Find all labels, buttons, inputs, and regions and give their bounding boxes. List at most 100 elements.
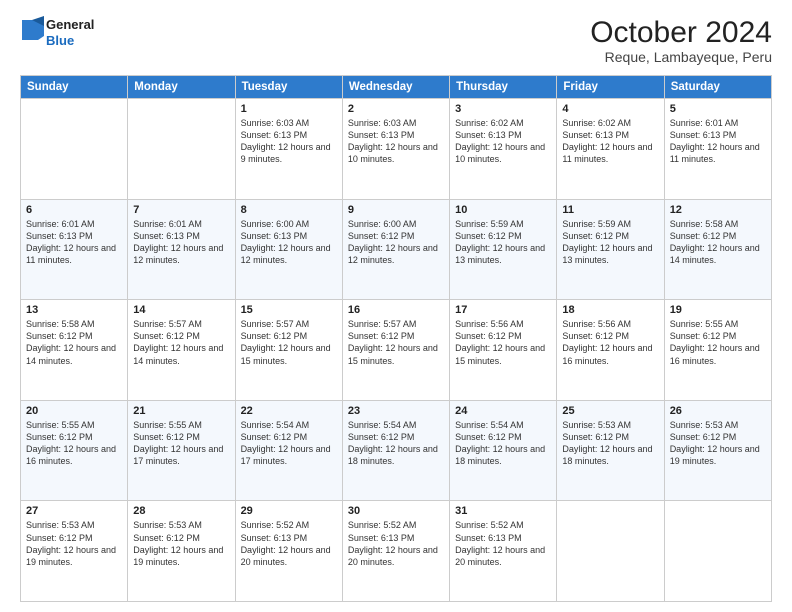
col-friday: Friday (557, 76, 664, 99)
day-info: Sunrise: 5:58 AM Sunset: 6:12 PM Dayligh… (26, 318, 122, 367)
day-number: 25 (562, 405, 658, 417)
calendar-cell: 17 Sunrise: 5:56 AM Sunset: 6:12 PM Dayli… (450, 300, 557, 401)
day-number: 18 (562, 304, 658, 316)
calendar-cell (664, 501, 771, 602)
day-number: 19 (670, 304, 766, 316)
week-row-3: 13 Sunrise: 5:58 AM Sunset: 6:12 PM Dayli… (21, 300, 772, 401)
day-number: 3 (455, 103, 551, 115)
calendar-cell: 31Sunrise: 5:52 AM Sunset: 6:13 PM Dayli… (450, 501, 557, 602)
day-number: 4 (562, 103, 658, 115)
week-row-2: 6Sunrise: 6:01 AM Sunset: 6:13 PM Daylig… (21, 199, 772, 300)
day-number: 17 (455, 304, 551, 316)
calendar-cell: 23Sunrise: 5:54 AM Sunset: 6:12 PM Dayli… (342, 400, 449, 501)
day-info: Sunrise: 5:53 AM Sunset: 6:12 PM Dayligh… (562, 419, 658, 468)
day-number: 26 (670, 405, 766, 417)
week-row-1: 1Sunrise: 6:03 AM Sunset: 6:13 PM Daylig… (21, 99, 772, 200)
calendar-cell: 16 Sunrise: 5:57 AM Sunset: 6:12 PM Dayli… (342, 300, 449, 401)
calendar-cell: 27 Sunrise: 5:53 AM Sunset: 6:12 PM Dayli… (21, 501, 128, 602)
day-info: Sunrise: 6:00 AM Sunset: 6:12 PM Dayligh… (348, 218, 444, 267)
calendar-cell: 6Sunrise: 6:01 AM Sunset: 6:13 PM Daylig… (21, 199, 128, 300)
calendar-cell: 30 Sunrise: 5:52 AM Sunset: 6:13 PM Dayli… (342, 501, 449, 602)
day-number: 12 (670, 204, 766, 216)
day-info: Sunrise: 5:53 AM Sunset: 6:12 PM Dayligh… (26, 519, 122, 568)
calendar-cell: 15 Sunrise: 5:57 AM Sunset: 6:12 PM Dayli… (235, 300, 342, 401)
calendar-cell: 3 Sunrise: 6:02 AM Sunset: 6:13 PM Daylig… (450, 99, 557, 200)
day-info: Sunrise: 5:59 AM Sunset: 6:12 PM Dayligh… (455, 218, 551, 267)
week-row-4: 20 Sunrise: 5:55 AM Sunset: 6:12 PM Dayli… (21, 400, 772, 501)
col-monday: Monday (128, 76, 235, 99)
calendar-cell: 5 Sunrise: 6:01 AM Sunset: 6:13 PM Daylig… (664, 99, 771, 200)
day-number: 9 (348, 204, 444, 216)
day-number: 31 (455, 505, 551, 517)
calendar-cell: 14 Sunrise: 5:57 AM Sunset: 6:12 PM Dayli… (128, 300, 235, 401)
day-info: Sunrise: 5:54 AM Sunset: 6:12 PM Dayligh… (241, 419, 337, 468)
calendar-cell: 21 Sunrise: 5:55 AM Sunset: 6:12 PM Dayli… (128, 400, 235, 501)
day-number: 5 (670, 103, 766, 115)
day-info: Sunrise: 5:56 AM Sunset: 6:12 PM Dayligh… (455, 318, 551, 367)
calendar-cell: 4 Sunrise: 6:02 AM Sunset: 6:13 PM Daylig… (557, 99, 664, 200)
day-info: Sunrise: 5:55 AM Sunset: 6:12 PM Dayligh… (26, 419, 122, 468)
day-number: 7 (133, 204, 229, 216)
calendar-cell: 8Sunrise: 6:00 AM Sunset: 6:13 PM Daylig… (235, 199, 342, 300)
day-info: Sunrise: 6:01 AM Sunset: 6:13 PM Dayligh… (26, 218, 122, 267)
logo: General Blue (20, 16, 94, 49)
day-info: Sunrise: 5:57 AM Sunset: 6:12 PM Dayligh… (133, 318, 229, 367)
day-number: 20 (26, 405, 122, 417)
day-info: Sunrise: 5:59 AM Sunset: 6:12 PM Dayligh… (562, 218, 658, 267)
title-block: October 2024 Reque, Lambayeque, Peru (590, 16, 772, 65)
day-info: Sunrise: 5:53 AM Sunset: 6:12 PM Dayligh… (133, 519, 229, 568)
calendar-cell: 22 Sunrise: 5:54 AM Sunset: 6:12 PM Dayli… (235, 400, 342, 501)
day-info: Sunrise: 6:02 AM Sunset: 6:13 PM Dayligh… (562, 117, 658, 166)
day-info: Sunrise: 5:52 AM Sunset: 6:13 PM Dayligh… (348, 519, 444, 568)
day-number: 23 (348, 405, 444, 417)
col-saturday: Saturday (664, 76, 771, 99)
day-number: 10 (455, 204, 551, 216)
week-row-5: 27 Sunrise: 5:53 AM Sunset: 6:12 PM Dayli… (21, 501, 772, 602)
day-info: Sunrise: 6:03 AM Sunset: 6:13 PM Dayligh… (241, 117, 337, 166)
day-number: 15 (241, 304, 337, 316)
calendar-cell: 25 Sunrise: 5:53 AM Sunset: 6:12 PM Dayli… (557, 400, 664, 501)
day-info: Sunrise: 6:02 AM Sunset: 6:13 PM Dayligh… (455, 117, 551, 166)
calendar-cell: 1Sunrise: 6:03 AM Sunset: 6:13 PM Daylig… (235, 99, 342, 200)
day-number: 8 (241, 204, 337, 216)
day-number: 21 (133, 405, 229, 417)
location: Reque, Lambayeque, Peru (590, 49, 772, 65)
day-number: 27 (26, 505, 122, 517)
day-info: Sunrise: 5:57 AM Sunset: 6:12 PM Dayligh… (348, 318, 444, 367)
page: General Blue October 2024 Reque, Lambaye… (0, 0, 792, 612)
day-info: Sunrise: 5:55 AM Sunset: 6:12 PM Dayligh… (670, 318, 766, 367)
calendar-cell: 24Sunrise: 5:54 AM Sunset: 6:12 PM Dayli… (450, 400, 557, 501)
day-number: 16 (348, 304, 444, 316)
day-info: Sunrise: 6:01 AM Sunset: 6:13 PM Dayligh… (670, 117, 766, 166)
col-tuesday: Tuesday (235, 76, 342, 99)
day-number: 28 (133, 505, 229, 517)
calendar-header-row: Sunday Monday Tuesday Wednesday Thursday… (21, 76, 772, 99)
day-number: 13 (26, 304, 122, 316)
calendar-cell: 29Sunrise: 5:52 AM Sunset: 6:13 PM Dayli… (235, 501, 342, 602)
calendar-cell: 11Sunrise: 5:59 AM Sunset: 6:12 PM Dayli… (557, 199, 664, 300)
calendar-cell: 7Sunrise: 6:01 AM Sunset: 6:13 PM Daylig… (128, 199, 235, 300)
header: General Blue October 2024 Reque, Lambaye… (20, 16, 772, 65)
calendar-cell: 10 Sunrise: 5:59 AM Sunset: 6:12 PM Dayli… (450, 199, 557, 300)
day-info: Sunrise: 5:55 AM Sunset: 6:12 PM Dayligh… (133, 419, 229, 468)
calendar-cell: 9 Sunrise: 6:00 AM Sunset: 6:12 PM Daylig… (342, 199, 449, 300)
calendar-cell: 2 Sunrise: 6:03 AM Sunset: 6:13 PM Daylig… (342, 99, 449, 200)
calendar-cell: 19 Sunrise: 5:55 AM Sunset: 6:12 PM Dayli… (664, 300, 771, 401)
day-info: Sunrise: 6:03 AM Sunset: 6:13 PM Dayligh… (348, 117, 444, 166)
day-number: 2 (348, 103, 444, 115)
calendar-cell: 20 Sunrise: 5:55 AM Sunset: 6:12 PM Dayli… (21, 400, 128, 501)
day-number: 22 (241, 405, 337, 417)
calendar-cell: 18Sunrise: 5:56 AM Sunset: 6:12 PM Dayli… (557, 300, 664, 401)
day-number: 30 (348, 505, 444, 517)
calendar-cell: 13 Sunrise: 5:58 AM Sunset: 6:12 PM Dayli… (21, 300, 128, 401)
calendar-cell (21, 99, 128, 200)
calendar: Sunday Monday Tuesday Wednesday Thursday… (20, 75, 772, 602)
calendar-cell: 26 Sunrise: 5:53 AM Sunset: 6:12 PM Dayli… (664, 400, 771, 501)
day-number: 14 (133, 304, 229, 316)
calendar-cell (557, 501, 664, 602)
calendar-cell: 28 Sunrise: 5:53 AM Sunset: 6:12 PM Dayli… (128, 501, 235, 602)
day-info: Sunrise: 5:53 AM Sunset: 6:12 PM Dayligh… (670, 419, 766, 468)
logo-general: General (46, 17, 94, 33)
day-number: 24 (455, 405, 551, 417)
day-info: Sunrise: 5:57 AM Sunset: 6:12 PM Dayligh… (241, 318, 337, 367)
